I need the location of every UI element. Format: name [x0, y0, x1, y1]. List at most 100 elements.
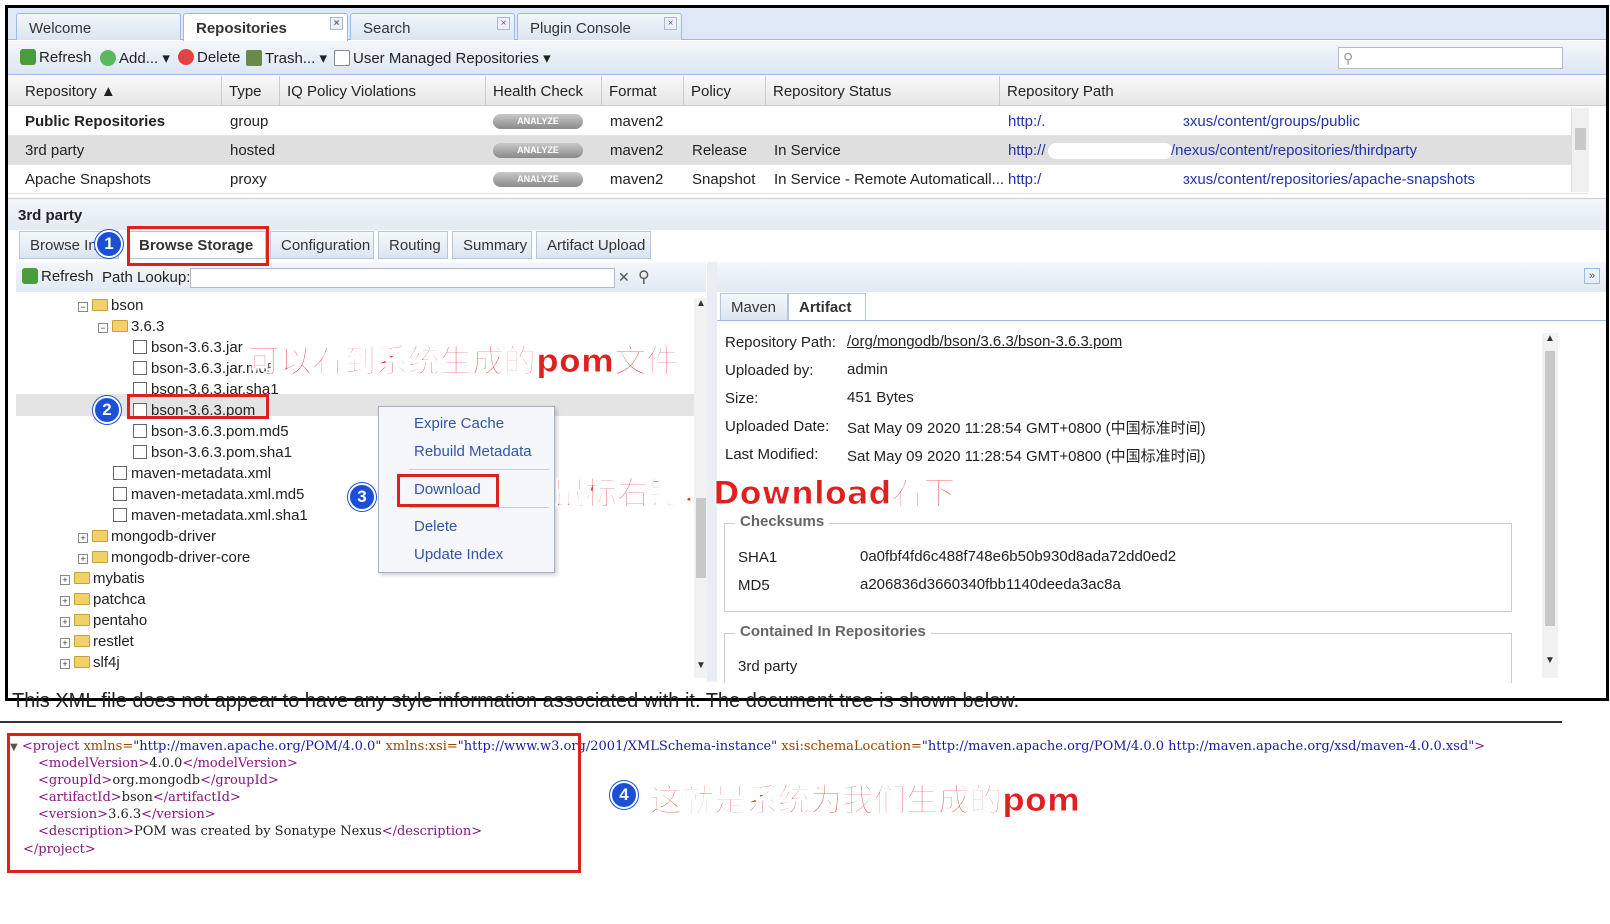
- add-button[interactable]: Add... ▾: [100, 49, 170, 67]
- tree-file[interactable]: bson-3.6.3.pom.sha1: [133, 444, 292, 461]
- expand-icon[interactable]: +: [78, 533, 88, 543]
- tab-artifact[interactable]: Artifact: [788, 293, 866, 321]
- user-managed-label: User Managed Repositories: [353, 50, 539, 67]
- step-2-badge: 2: [93, 396, 121, 424]
- repository-name: Apache Snapshots: [25, 171, 151, 188]
- column-header-type[interactable]: Type: [222, 76, 280, 106]
- tree-folder[interactable]: + mybatis: [60, 570, 145, 587]
- menu-item-expire-cache[interactable]: Expire Cache: [414, 415, 504, 432]
- refresh-button[interactable]: Refresh: [20, 49, 92, 66]
- refresh-icon: [20, 49, 36, 65]
- search-icon[interactable]: ⚲: [638, 267, 650, 287]
- close-icon[interactable]: ×: [664, 17, 677, 30]
- tree-file[interactable]: maven-metadata.xml.sha1: [113, 507, 308, 524]
- menu-item-delete[interactable]: Delete: [414, 518, 457, 535]
- expand-icon[interactable]: +: [60, 596, 70, 606]
- tree-node-label: maven-metadata.xml: [131, 465, 272, 482]
- repository-path-link[interactable]: ɜxus/content/repositories/apache-snapsho…: [1183, 171, 1475, 188]
- path-lookup-input[interactable]: [190, 268, 615, 288]
- tree-folder[interactable]: + restlet: [60, 633, 134, 650]
- repository-path-link[interactable]: /nexus/content/repositories/thirdparty: [1171, 142, 1417, 159]
- collapse-icon[interactable]: −: [78, 302, 88, 312]
- checksums-fieldset: Checksums SHA1 0a0fbf4fd6c488f748e6b50b9…: [724, 513, 1512, 612]
- scroll-up-icon[interactable]: ▲: [1545, 333, 1555, 344]
- scroll-up-icon[interactable]: ▲: [696, 298, 706, 309]
- repository-path-link[interactable]: http://: [1008, 142, 1046, 159]
- column-header-iq[interactable]: IQ Policy Violations: [280, 76, 486, 106]
- tree-file[interactable]: maven-metadata.xml.md5: [113, 486, 304, 503]
- tree-file[interactable]: maven-metadata.xml: [113, 465, 271, 482]
- tree-folder[interactable]: + mongodb-driver: [78, 528, 216, 545]
- column-header-path[interactable]: Repository Path: [1000, 76, 1560, 106]
- tab-routing[interactable]: Routing: [378, 231, 448, 259]
- expand-icon[interactable]: +: [60, 575, 70, 585]
- scroll-down-icon[interactable]: ▼: [1545, 655, 1555, 666]
- repository-path-link[interactable]: http:/: [1008, 171, 1041, 188]
- tree-folder[interactable]: + mongodb-driver-core: [78, 549, 250, 566]
- tab-summary[interactable]: Summary: [452, 231, 532, 259]
- expand-icon[interactable]: +: [78, 554, 88, 564]
- path-lookup-label: Path Lookup:: [102, 269, 191, 286]
- user-managed-button[interactable]: User Managed Repositories ▾: [334, 49, 551, 67]
- tab-repositories[interactable]: Repositories ×: [183, 13, 348, 41]
- tree-folder[interactable]: + patchca: [60, 591, 146, 608]
- close-icon[interactable]: ×: [330, 17, 343, 30]
- clear-icon[interactable]: ✕: [618, 269, 630, 286]
- scrollbar-thumb[interactable]: [1545, 351, 1555, 626]
- collapse-icon[interactable]: −: [98, 323, 108, 333]
- tab-artifact-upload[interactable]: Artifact Upload: [536, 231, 651, 259]
- column-header-policy[interactable]: Policy: [684, 76, 766, 106]
- trash-button[interactable]: Trash... ▾: [246, 49, 327, 67]
- tab-maven[interactable]: Maven: [720, 293, 788, 321]
- browse-refresh-button[interactable]: Refresh: [22, 268, 94, 285]
- column-header-repository[interactable]: Repository ▲: [18, 76, 222, 106]
- tree-folder[interactable]: + slf4j: [60, 654, 120, 671]
- tree-folder[interactable]: + pentaho: [60, 612, 147, 629]
- menu-separator: [409, 469, 549, 470]
- repository-policy: Release: [692, 142, 748, 159]
- scroll-down-icon[interactable]: ▼: [696, 660, 706, 671]
- scrollbar-thumb[interactable]: [1575, 128, 1586, 150]
- tab-configuration[interactable]: Configuration: [270, 231, 374, 259]
- file-icon: [133, 340, 147, 354]
- expand-icon[interactable]: +: [60, 659, 70, 669]
- column-header-health[interactable]: Health Check: [486, 76, 602, 106]
- close-icon[interactable]: ×: [497, 17, 510, 30]
- expand-icon[interactable]: +: [60, 617, 70, 627]
- folder-icon: [74, 635, 90, 647]
- tab-label: Repositories: [196, 20, 287, 37]
- repository-path-link[interactable]: http:/.: [1008, 113, 1046, 130]
- contained-repository-link[interactable]: 3rd party: [738, 658, 797, 675]
- table-row[interactable]: 3rd party hosted ANALYZE maven2 Release …: [8, 136, 1588, 165]
- tree-node-label: pentaho: [93, 612, 148, 629]
- analyze-button[interactable]: ANALYZE: [493, 172, 583, 187]
- grid-scrollbar[interactable]: [1571, 108, 1589, 192]
- expand-icon[interactable]: »: [1584, 268, 1600, 284]
- expand-icon[interactable]: +: [60, 638, 70, 648]
- menu-item-rebuild-metadata[interactable]: Rebuild Metadata: [414, 443, 532, 460]
- table-row[interactable]: Public Repositories group ANALYZE maven2…: [8, 107, 1588, 136]
- repository-path-link[interactable]: ɜxus/content/groups/public: [1183, 113, 1360, 130]
- menu-item-update-index[interactable]: Update Index: [414, 546, 503, 563]
- delete-button[interactable]: Delete: [178, 49, 240, 66]
- repository-path-link[interactable]: /org/mongodb/bson/3.6.3/bson-3.6.3.pom: [847, 333, 1122, 350]
- contained-fieldset: Contained In Repositories 3rd party: [724, 623, 1512, 683]
- tab-welcome[interactable]: Welcome: [16, 13, 181, 40]
- analyze-button[interactable]: ANALYZE: [493, 143, 583, 158]
- table-row[interactable]: Apache Snapshots proxy ANALYZE maven2 Sn…: [8, 165, 1588, 194]
- analyze-button[interactable]: ANALYZE: [493, 114, 583, 129]
- tree-folder[interactable]: − 3.6.3: [98, 318, 164, 335]
- column-header-format[interactable]: Format: [602, 76, 684, 106]
- add-icon: [100, 50, 116, 66]
- tab-plugin-console[interactable]: Plugin Console ×: [517, 13, 682, 40]
- repository-search-input[interactable]: ⚲: [1338, 47, 1563, 69]
- column-header-status[interactable]: Repository Status: [766, 76, 1000, 106]
- tree-node-label: bson-3.6.3.pom.md5: [151, 423, 289, 440]
- redacted-host: [1048, 143, 1173, 159]
- tree-file[interactable]: bson-3.6.3.jar: [133, 339, 243, 356]
- repository-type: hosted: [230, 142, 276, 159]
- tab-search[interactable]: Search ×: [350, 13, 515, 40]
- artifact-scrollbar[interactable]: ▲ ▼: [1542, 333, 1558, 678]
- tree-folder[interactable]: − bson: [78, 297, 144, 314]
- tree-file[interactable]: bson-3.6.3.pom.md5: [133, 423, 289, 440]
